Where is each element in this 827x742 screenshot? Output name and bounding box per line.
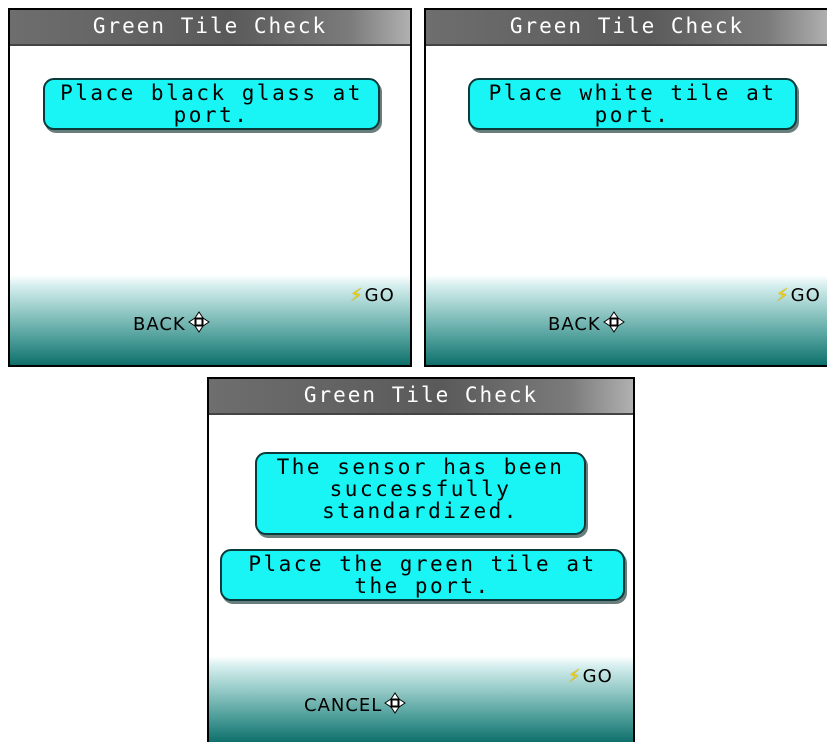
four-way-dpad-icon <box>602 311 625 333</box>
softkey-bar: ⚡GO CANCEL <box>209 656 633 742</box>
instruction-message: Place the green tile at the port. <box>220 549 625 601</box>
lightning-bolt-icon: ⚡ <box>776 285 790 306</box>
instruction-message: Place black glass at port. <box>43 78 380 130</box>
back-button[interactable]: BACK <box>133 311 210 335</box>
four-way-dpad-icon <box>384 692 407 714</box>
back-label: BACK <box>548 314 601 335</box>
lightning-bolt-icon: ⚡ <box>350 285 364 306</box>
go-button[interactable]: ⚡GO <box>350 285 395 306</box>
screen-title: Green Tile Check <box>10 10 410 46</box>
back-label: BACK <box>133 314 186 335</box>
back-button[interactable]: BACK <box>548 311 625 335</box>
go-button[interactable]: ⚡GO <box>568 666 613 687</box>
lightning-bolt-icon: ⚡ <box>568 666 582 687</box>
screen-title: Green Tile Check <box>426 10 827 46</box>
softkey-bar: ⚡GO BACK <box>10 275 410 365</box>
screen-title: Green Tile Check <box>209 379 633 415</box>
go-label: GO <box>582 666 613 687</box>
instruction-message: Place white tile at port. <box>468 78 797 130</box>
screen-white-tile: Green Tile Check Place white tile at por… <box>424 8 827 367</box>
status-message: The sensor has been successfully standar… <box>255 452 586 535</box>
go-label: GO <box>364 285 395 306</box>
go-button[interactable]: ⚡GO <box>776 285 821 306</box>
cancel-button[interactable]: CANCEL <box>304 692 407 716</box>
go-label: GO <box>790 285 821 306</box>
cancel-label: CANCEL <box>304 695 383 716</box>
softkey-bar: ⚡GO BACK <box>426 275 827 365</box>
screen-green-tile: Green Tile Check The sensor has been suc… <box>207 377 635 742</box>
screen-black-glass: Green Tile Check Place black glass at po… <box>8 8 412 367</box>
four-way-dpad-icon <box>187 311 210 333</box>
